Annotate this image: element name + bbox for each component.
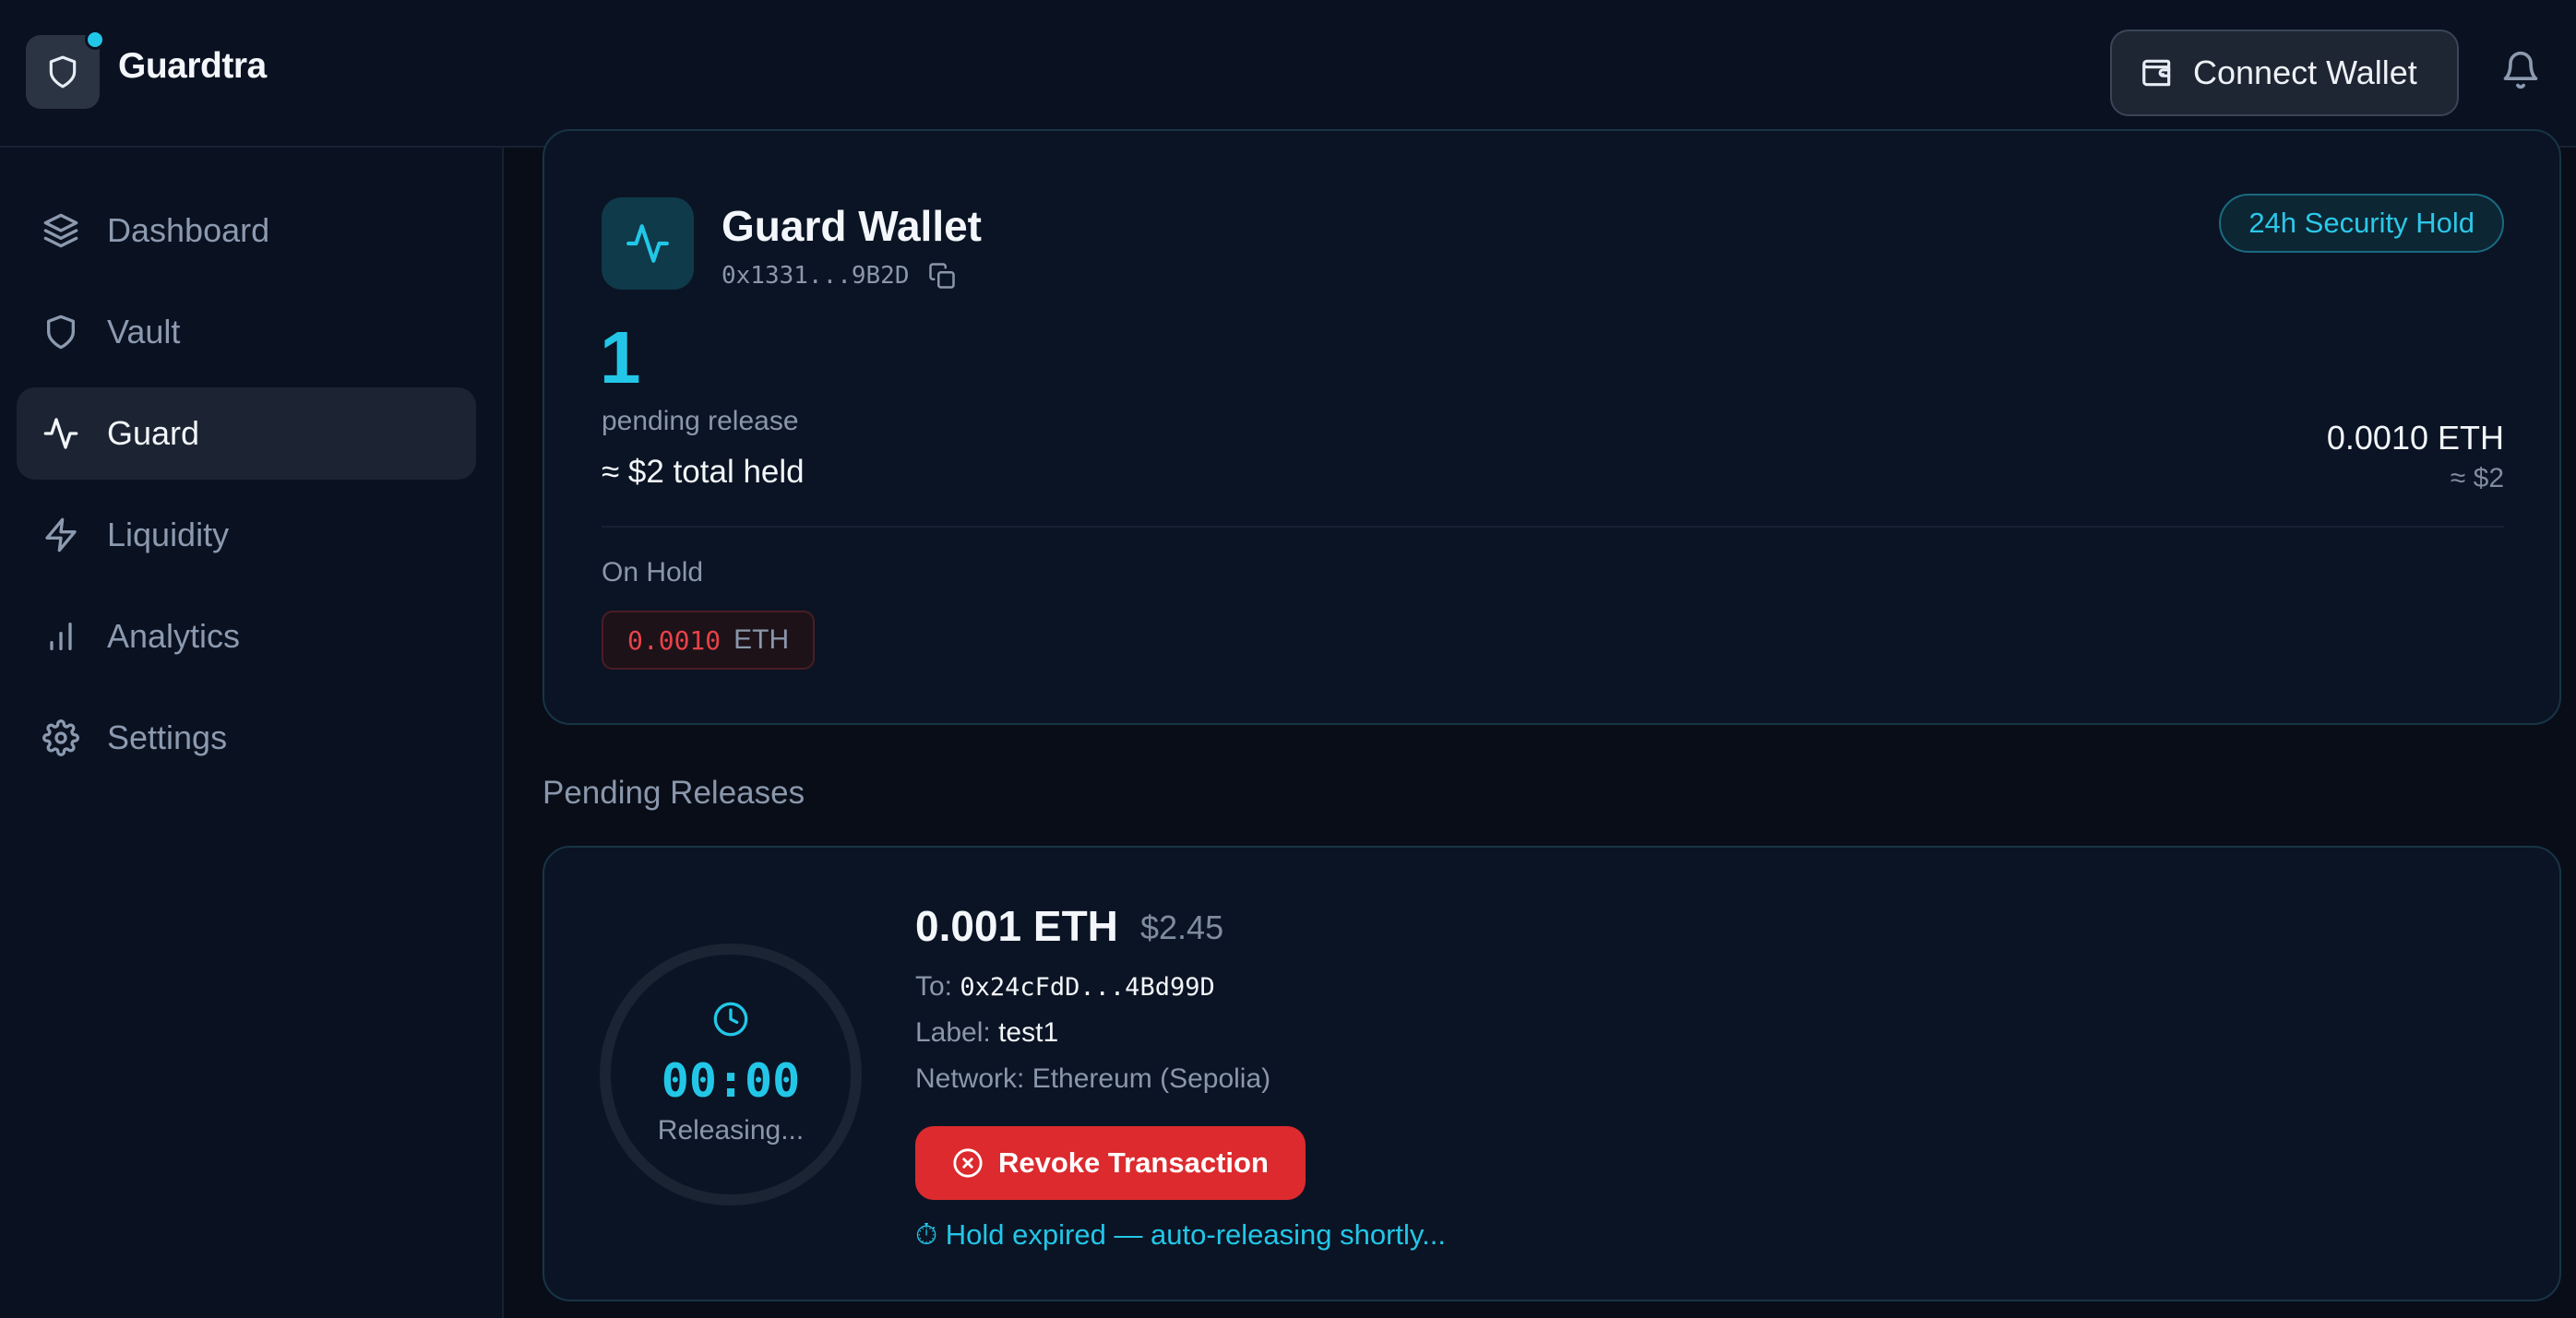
to-address: 0x24cFdD...4Bd99D bbox=[960, 973, 1215, 1002]
sidebar-item-label: Vault bbox=[107, 313, 181, 350]
release-label: Label: test1 bbox=[915, 1017, 1058, 1049]
release-to: To: 0x24cFdD...4Bd99D bbox=[915, 971, 1215, 1003]
pending-count: 1 bbox=[600, 316, 641, 398]
revoke-transaction-button[interactable]: Revoke Transaction bbox=[915, 1126, 1306, 1200]
sidebar-item-liquidity[interactable]: Liquidity bbox=[17, 489, 476, 581]
pending-releases-title: Pending Releases bbox=[543, 775, 805, 811]
shield-icon bbox=[49, 55, 77, 89]
activity-icon bbox=[626, 224, 669, 263]
eth-balance: 0.0010 ETH bbox=[2326, 419, 2504, 457]
connect-wallet-label: Connect Wallet bbox=[2193, 53, 2417, 91]
security-hold-badge: 24h Security Hold bbox=[2219, 194, 2504, 253]
shield-icon bbox=[47, 315, 76, 350]
on-hold-chip: 0.0010 ETH bbox=[602, 611, 816, 670]
total-held: ≈ $2 total held bbox=[602, 454, 805, 490]
bolt-icon bbox=[45, 517, 77, 552]
usd-balance: ≈ $2 bbox=[2450, 463, 2504, 493]
sidebar-item-label: Dashboard bbox=[107, 211, 270, 249]
release-amount: 0.001 ETH bbox=[915, 902, 1118, 950]
hold-expired-message: ⏱ Hold expired — auto-releasing shortly.… bbox=[915, 1218, 1446, 1251]
sidebar-item-label: Settings bbox=[107, 718, 228, 756]
wallet-avatar bbox=[602, 197, 694, 290]
release-network: Network: Ethereum (Sepolia) bbox=[915, 1063, 1271, 1094]
close-circle-icon bbox=[953, 1148, 983, 1178]
brand-name: Guardtra bbox=[118, 46, 267, 86]
wallet-address-text: 0x1331...9B2D bbox=[722, 262, 910, 290]
countdown-timer: 00:00 bbox=[661, 1054, 801, 1108]
divider bbox=[602, 526, 2504, 528]
connect-wallet-button[interactable]: Connect Wallet bbox=[2110, 30, 2459, 116]
release-usd: $2.45 bbox=[1140, 908, 1224, 946]
bell-icon bbox=[2503, 51, 2538, 89]
on-hold-amount: 0.0010 bbox=[627, 624, 722, 656]
pending-release-card: 00:00 Releasing... 0.001 ETH $2.45 To: 0… bbox=[543, 846, 2561, 1301]
sidebar-item-label: Guard bbox=[107, 414, 200, 452]
sidebar-item-guard[interactable]: Guard bbox=[17, 387, 476, 480]
label-value: test1 bbox=[998, 1017, 1059, 1048]
top-header: Guardtra Connect Wallet bbox=[0, 0, 2576, 148]
revoke-label: Revoke Transaction bbox=[998, 1146, 1269, 1179]
copy-icon[interactable] bbox=[928, 262, 956, 290]
on-hold-label: On Hold bbox=[602, 557, 704, 588]
sidebar: Dashboard Vault Guard Liquidity Analytic… bbox=[0, 148, 504, 1318]
wallet-title: Guard Wallet bbox=[722, 202, 982, 250]
activity-icon bbox=[43, 418, 78, 449]
status-dot bbox=[85, 30, 105, 50]
sidebar-item-dashboard[interactable]: Dashboard bbox=[17, 184, 476, 277]
clock-icon bbox=[713, 1002, 748, 1037]
timer-status: Releasing... bbox=[657, 1115, 805, 1146]
notifications-button[interactable] bbox=[2497, 46, 2545, 94]
pending-label: pending release bbox=[602, 406, 799, 436]
sidebar-item-label: Analytics bbox=[107, 617, 241, 655]
sidebar-item-settings[interactable]: Settings bbox=[17, 692, 476, 784]
sidebar-item-vault[interactable]: Vault bbox=[17, 286, 476, 378]
wallet-icon bbox=[2142, 59, 2171, 87]
label-label: Label: bbox=[915, 1017, 991, 1048]
layers-icon bbox=[43, 213, 78, 248]
guard-wallet-card: Guard Wallet 0x1331...9B2D 24h Security … bbox=[543, 129, 2561, 725]
to-label: To: bbox=[915, 971, 953, 1002]
sidebar-item-analytics[interactable]: Analytics bbox=[17, 590, 476, 683]
gear-icon bbox=[42, 719, 79, 756]
sidebar-item-label: Liquidity bbox=[107, 516, 230, 553]
bar-chart-icon bbox=[50, 623, 72, 650]
wallet-address: 0x1331...9B2D bbox=[722, 262, 956, 290]
on-hold-unit: ETH bbox=[733, 624, 790, 655]
